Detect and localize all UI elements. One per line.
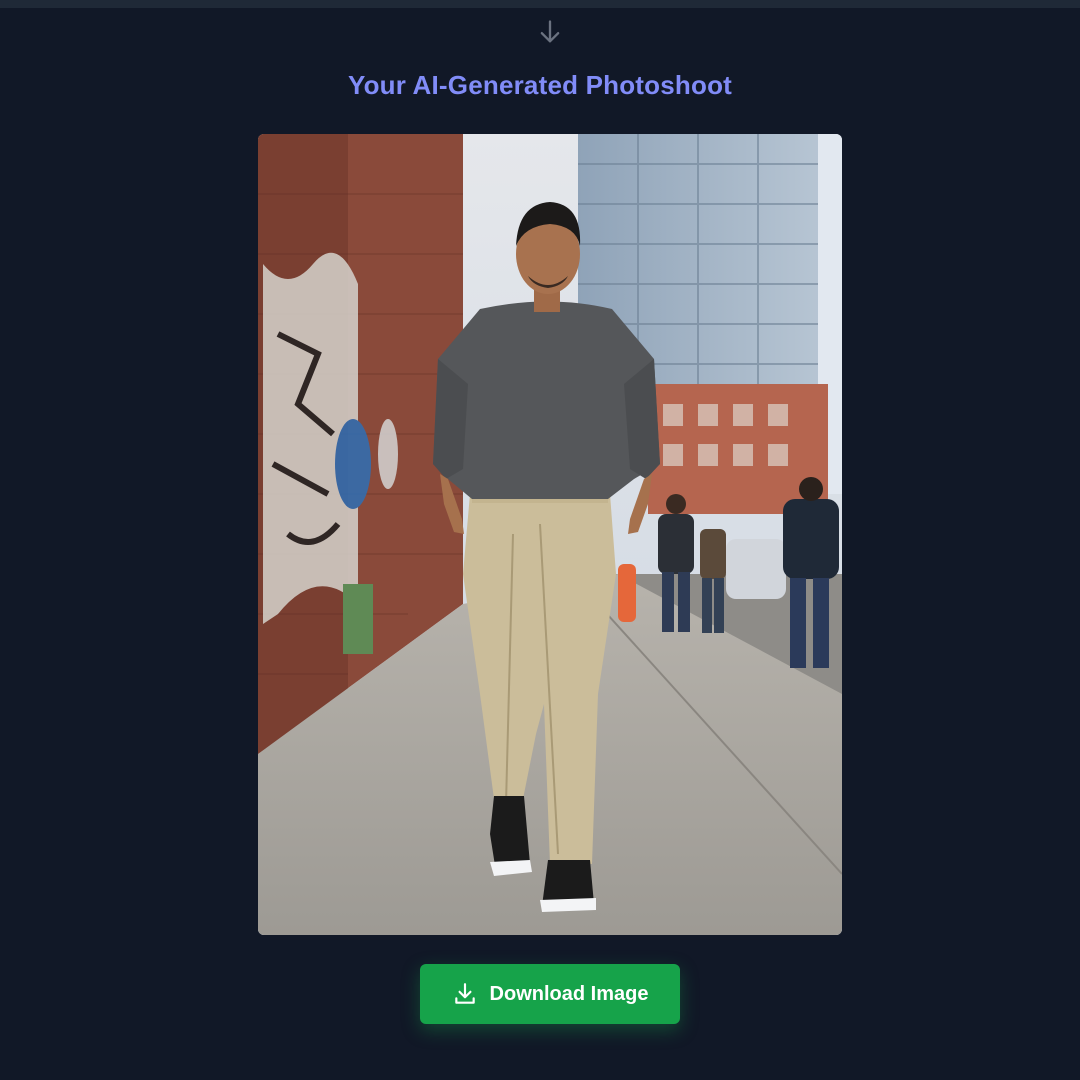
top-divider	[0, 0, 1080, 8]
photo-illustration	[258, 134, 842, 935]
generated-photo	[258, 134, 842, 935]
download-image-button[interactable]: Download Image	[420, 964, 680, 1024]
download-icon	[454, 983, 475, 1004]
arrow-down-icon	[540, 20, 560, 43]
download-button-label: Download Image	[489, 982, 649, 1005]
photoshoot-result-page: Your AI-Generated Photoshoot Download Im…	[0, 0, 1080, 1080]
page-title: Your AI-Generated Photoshoot	[347, 70, 733, 100]
